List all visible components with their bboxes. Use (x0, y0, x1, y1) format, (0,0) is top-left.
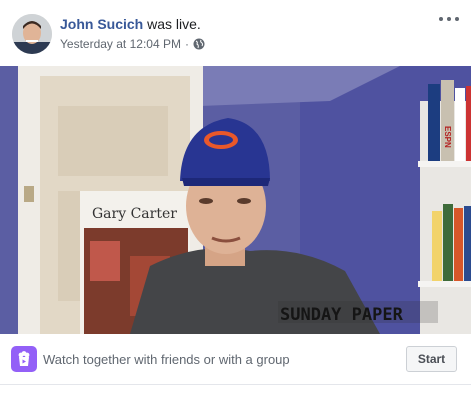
author-name-link[interactable]: John Sucich (60, 16, 143, 32)
avatar-photo (12, 14, 52, 54)
post-title: John Sucich was live. (60, 16, 201, 32)
video-frame: Gary Carter ESPN SUNDAY PAPER (0, 66, 471, 334)
post-header: John Sucich was live. Yesterday at 12:04… (0, 0, 471, 66)
watch-party-label: Watch together with friends or with a gr… (43, 352, 290, 367)
shirt-text: SUNDAY PAPER (280, 305, 404, 325)
globe-icon[interactable] (193, 38, 205, 50)
post-action-text: was live. (147, 16, 201, 32)
watch-party-bar: Watch together with friends or with a gr… (0, 334, 471, 385)
meta-separator: · (184, 37, 189, 51)
watch-party-icon (11, 346, 37, 372)
more-options-icon[interactable] (439, 10, 461, 26)
live-video-player[interactable]: Gary Carter ESPN SUNDAY PAPER (0, 66, 471, 334)
book-spine-text: ESPN (443, 126, 452, 148)
start-watch-party-button[interactable]: Start (406, 346, 457, 372)
author-avatar[interactable] (12, 14, 52, 54)
post-meta: Yesterday at 12:04 PM · (60, 37, 205, 51)
live-video-post: John Sucich was live. Yesterday at 12:04… (0, 0, 471, 409)
post-timestamp[interactable]: Yesterday at 12:04 PM (60, 37, 181, 51)
poster-text: Gary Carter (92, 206, 177, 222)
